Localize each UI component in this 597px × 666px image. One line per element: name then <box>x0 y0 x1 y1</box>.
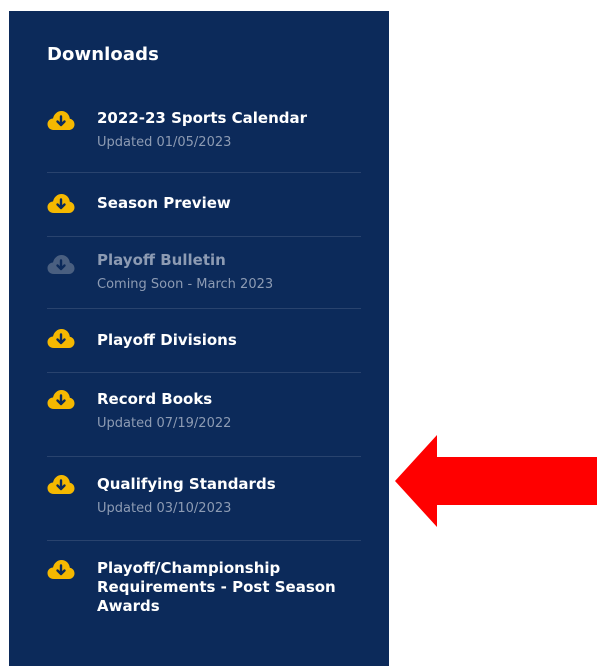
cloud-download-icon <box>47 255 75 274</box>
cloud-download-icon <box>47 390 75 409</box>
downloads-panel: Downloads 2022-23 Sports Calendar Update… <box>9 11 389 666</box>
item-label: Record Books <box>97 390 213 408</box>
download-item-qualifying-standards[interactable]: Qualifying Standards Updated 03/10/2023 <box>47 457 361 541</box>
download-item-playoff-bulletin: Playoff Bulletin Coming Soon - March 202… <box>47 237 361 309</box>
download-item-sports-calendar[interactable]: 2022-23 Sports Calendar Updated 01/05/20… <box>47 109 361 173</box>
download-item-record-books[interactable]: Record Books Updated 07/19/2022 <box>47 373 361 457</box>
download-item-season-preview[interactable]: Season Preview <box>47 173 361 237</box>
cloud-download-icon <box>47 475 75 494</box>
panel-title: Downloads <box>47 44 159 65</box>
item-updated: Updated 01/05/2023 <box>97 135 232 150</box>
item-updated: Updated 07/19/2022 <box>97 416 232 431</box>
item-label: Season Preview <box>97 194 231 212</box>
item-label: Playoff Bulletin <box>97 251 226 269</box>
download-item-playoff-divisions[interactable]: Playoff Divisions <box>47 309 361 373</box>
cloud-download-icon <box>47 329 75 348</box>
item-label: 2022-23 Sports Calendar <box>97 109 308 127</box>
left-arrow-icon <box>395 435 597 527</box>
item-updated: Updated 03/10/2023 <box>97 501 232 516</box>
item-status: Coming Soon - March 2023 <box>97 277 274 292</box>
cloud-download-icon <box>47 111 75 130</box>
cloud-download-icon <box>47 560 75 579</box>
item-label: Playoff Divisions <box>97 331 237 349</box>
cloud-download-icon <box>47 194 75 213</box>
item-label: Playoff/Championship Requirements - Post… <box>97 559 336 615</box>
download-item-postseason-awards[interactable]: Playoff/Championship Requirements - Post… <box>47 541 361 631</box>
item-label: Qualifying Standards <box>97 475 276 493</box>
